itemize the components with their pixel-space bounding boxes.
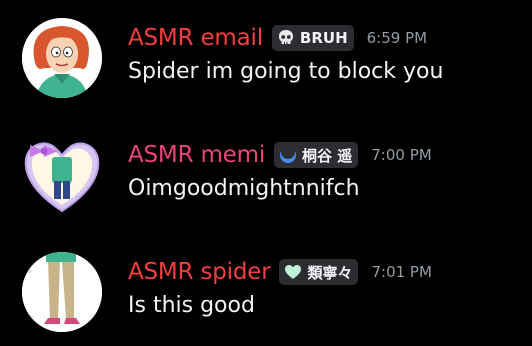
message-header: ASMR email BRUH 6:59 PM	[128, 21, 427, 55]
user-avatar[interactable]	[22, 18, 102, 98]
timestamp[interactable]: 6:59 PM	[367, 29, 427, 47]
server-tag[interactable]: 桐谷 遥	[274, 142, 359, 168]
user-avatar[interactable]	[22, 252, 102, 332]
server-tag-text: 桐谷 遥	[302, 146, 353, 165]
legs-avatar-icon	[22, 252, 102, 332]
username[interactable]: ASMR spider	[128, 259, 271, 285]
server-tag-text: 類寧々	[307, 263, 353, 282]
server-tag[interactable]: BRUH	[271, 25, 354, 51]
timestamp[interactable]: 7:00 PM	[371, 146, 431, 164]
message-header: ASMR spider 類寧々 7:01 PM	[128, 255, 432, 289]
heart-icon	[283, 262, 303, 282]
timestamp[interactable]: 7:01 PM	[371, 263, 431, 281]
username[interactable]: ASMR memi	[128, 142, 265, 168]
message-content: Oimgoodmightnnifch	[128, 176, 360, 201]
heart-frame-avatar-icon	[24, 142, 100, 213]
chat-message-list: ASMR email BRUH 6:59 PM Spider im going …	[0, 0, 532, 346]
message-content: Is this good	[128, 293, 255, 318]
message-content: Spider im going to block you	[128, 59, 444, 84]
user-avatar[interactable]	[22, 135, 102, 215]
server-tag[interactable]: 類寧々	[279, 259, 359, 285]
lois-avatar-icon	[22, 18, 102, 98]
message-item: ASMR email BRUH 6:59 PM Spider im going …	[0, 3, 532, 113]
message-item: ASMR spider 類寧々 7:01 PM Is this good	[0, 237, 532, 346]
message-header: ASMR memi 桐谷 遥 7:00 PM	[128, 138, 432, 172]
username[interactable]: ASMR email	[128, 25, 263, 51]
moon-icon	[278, 145, 298, 165]
message-item: ASMR memi 桐谷 遥 7:00 PM Oimgoodmightnnifc…	[0, 120, 532, 230]
server-tag-text: BRUH	[299, 29, 348, 47]
skull-icon	[276, 28, 296, 48]
